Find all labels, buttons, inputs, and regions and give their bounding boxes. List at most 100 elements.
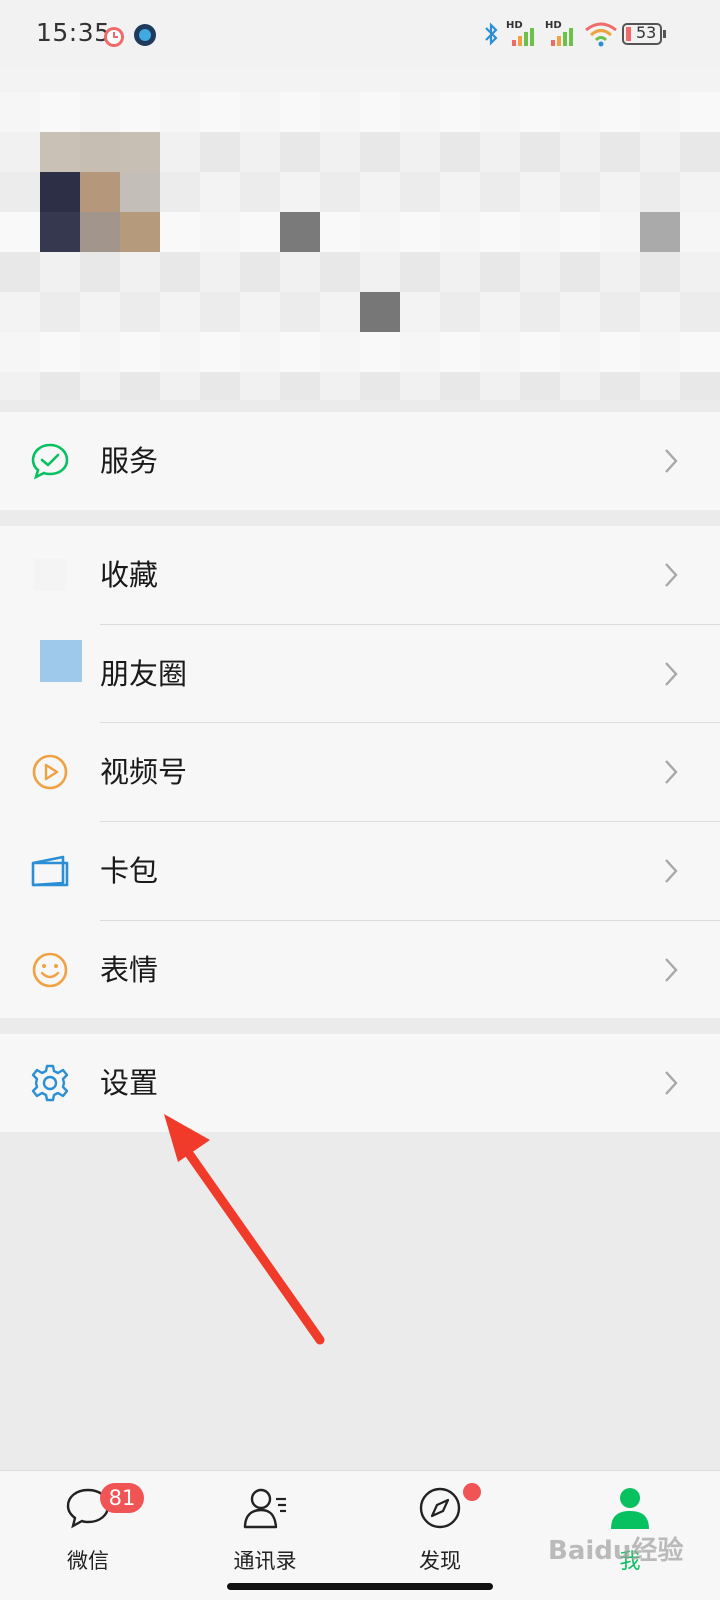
discover-icon: [419, 1487, 461, 1529]
mosaic-tile: [40, 292, 81, 333]
card-wallet-icon: [31, 855, 69, 887]
menu-item-channels[interactable]: 视频号: [0, 723, 720, 821]
menu-item-favorites[interactable]: 收藏: [0, 526, 720, 624]
mosaic-tile: [520, 252, 561, 293]
mosaic-tile: [160, 132, 201, 173]
tab-discover[interactable]: 发现: [370, 1485, 510, 1585]
tab-label: 发现: [419, 1549, 461, 1573]
annotation-arrow-icon: [164, 1114, 325, 1345]
favorites-icon: [34, 559, 66, 591]
mosaic-tile: [40, 252, 81, 293]
home-indicator[interactable]: [227, 1583, 493, 1590]
mosaic-tile: [400, 92, 441, 133]
mosaic-tile: [360, 252, 401, 293]
mosaic-tile: [560, 92, 601, 133]
mosaic-tile: [680, 372, 720, 400]
mosaic-tile: [160, 292, 201, 333]
mosaic-tile: [280, 172, 321, 213]
services-icon: [31, 443, 69, 480]
mosaic-tile: [400, 372, 441, 400]
mosaic-tile: [520, 92, 561, 133]
mosaic-tile: [400, 212, 441, 253]
mosaic-tile: [440, 92, 481, 133]
mosaic-tile: [560, 252, 601, 293]
mosaic-tile: [240, 292, 281, 333]
menu-label: 朋友圈: [100, 657, 188, 691]
mosaic-tile: [560, 372, 601, 400]
mosaic-tile: [200, 92, 241, 133]
mosaic-tile: [280, 292, 321, 333]
mosaic-tile: [200, 332, 241, 373]
mosaic-tile: [520, 212, 561, 253]
mosaic-tile: [520, 132, 561, 173]
mosaic-tile: [680, 332, 720, 373]
menu-item-moments[interactable]: 朋友圈: [0, 625, 720, 723]
mosaic-tile: [640, 372, 681, 400]
svg-text:HD: HD: [506, 20, 523, 31]
tab-contacts[interactable]: 通讯录: [195, 1485, 335, 1585]
mosaic-tile: [600, 252, 641, 293]
menu-item-services[interactable]: 服务: [0, 412, 720, 510]
mosaic-tile: [80, 372, 121, 400]
chevron-right-icon: [665, 1071, 678, 1095]
mosaic-tile: [400, 252, 441, 293]
battery-level: 53: [636, 23, 657, 42]
menu-label: 卡包: [100, 854, 159, 888]
mosaic-tile: [320, 92, 361, 133]
mosaic-tile: [440, 332, 481, 373]
profile-header[interactable]: [0, 70, 720, 400]
mosaic-tile: [360, 132, 401, 173]
menu-item-stickers[interactable]: 表情: [0, 921, 720, 1019]
chevron-right-icon: [665, 662, 678, 686]
menu-label: 表情: [100, 953, 159, 987]
menu-label: 收藏: [100, 558, 159, 592]
mosaic-tile: [600, 172, 641, 213]
mosaic-tile: [160, 332, 201, 373]
mosaic-tile: [0, 292, 41, 333]
mosaic-tile: [600, 92, 641, 133]
mosaic-tile: [80, 332, 121, 373]
mosaic-tile: [640, 92, 681, 133]
mosaic-tile: [480, 132, 521, 173]
mosaic-tile: [440, 212, 481, 253]
tab-label: 通讯录: [233, 1549, 297, 1573]
mosaic-tile: [360, 332, 401, 373]
mosaic-tile: [200, 372, 241, 400]
mosaic-tile: [200, 252, 241, 293]
menu-label: 视频号: [100, 755, 188, 789]
app-icon: [134, 24, 156, 46]
mosaic-tile: [280, 252, 321, 293]
mosaic-tile: [600, 332, 641, 373]
chevron-right-icon: [665, 563, 678, 587]
mosaic-tile: [40, 92, 81, 133]
mosaic-tile: [320, 172, 361, 213]
mosaic-tile: [320, 252, 361, 293]
mosaic-tile: [240, 372, 281, 400]
mosaic-tile: [160, 372, 201, 400]
alarm-icon: [104, 27, 124, 47]
mosaic-tile: [240, 252, 281, 293]
tab-label: 微信: [67, 1549, 109, 1573]
mosaic-tile: [120, 292, 161, 333]
mosaic-tile: [600, 292, 641, 333]
mosaic-tile: [320, 132, 361, 173]
mosaic-tile: [440, 292, 481, 333]
mosaic-tile: [0, 372, 41, 400]
me-icon: [611, 1488, 649, 1529]
mosaic-tile: [640, 132, 681, 173]
mosaic-tile: [480, 172, 521, 213]
mosaic-tile: [680, 92, 720, 133]
mosaic-tile: [40, 132, 81, 173]
mosaic-tile: [80, 212, 121, 253]
mosaic-tile: [0, 332, 41, 373]
mosaic-tile: [680, 172, 720, 213]
mosaic-tile: [480, 292, 521, 333]
mosaic-tile: [80, 92, 121, 133]
mosaic-tile: [400, 332, 441, 373]
mosaic-tile: [120, 372, 161, 400]
menu-item-card-wallet[interactable]: 卡包: [0, 822, 720, 920]
mosaic-tile: [0, 212, 41, 253]
mosaic-tile: [680, 132, 720, 173]
menu-item-settings[interactable]: 设置: [0, 1034, 720, 1132]
chevron-right-icon: [665, 859, 678, 883]
